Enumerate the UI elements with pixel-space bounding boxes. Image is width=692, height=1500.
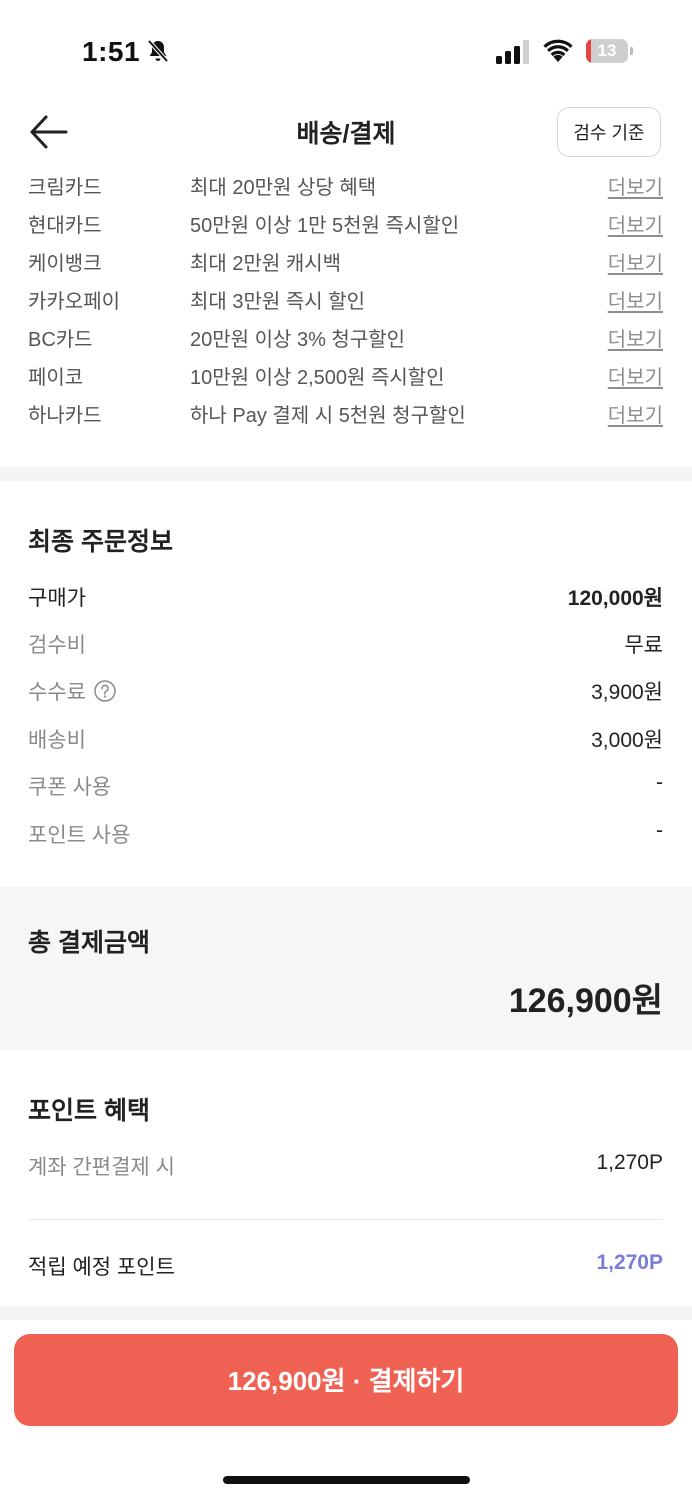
promo-description: 20만원 이상 3% 청구할인	[190, 329, 406, 351]
point-benefit-title: 포인트 혜택	[28, 1097, 150, 1125]
bottom-bar: 126,900원 · 결제하기	[0, 1320, 692, 1500]
promo-row: 케이뱅크 최대 2만원 캐시백 더보기	[0, 241, 692, 279]
promo-card-name: 페이코	[28, 367, 84, 389]
inspection-fee-row: 검수비 무료	[0, 621, 692, 661]
promo-row: 하나카드 하나 Pay 결제 시 5천원 청구할인 더보기	[0, 393, 692, 431]
help-circle-icon[interactable]	[94, 680, 116, 703]
promo-card-name: 카카오페이	[28, 291, 120, 313]
section-divider	[0, 1306, 692, 1320]
shipping-fee-label: 배송비	[28, 729, 86, 752]
promo-more-link[interactable]: 더보기	[608, 399, 663, 428]
pay-button[interactable]: 126,900원 · 결제하기	[14, 1334, 678, 1426]
order-info-title: 최종 주문정보	[28, 528, 173, 556]
total-payment-label: 총 결제금액	[28, 929, 150, 957]
purchase-price-row: 구매가 120,000원	[0, 574, 692, 614]
promo-more-link[interactable]: 더보기	[608, 323, 663, 352]
promo-more-link[interactable]: 더보기	[608, 209, 663, 238]
inspection-fee-label: 검수비	[28, 634, 86, 657]
expected-points-row: 적립 예정 포인트 1,270P	[0, 1243, 692, 1283]
promo-description: 최대 3만원 즉시 할인	[190, 291, 365, 313]
battery-level: 13	[597, 41, 617, 60]
promo-card-name: 크림카드	[28, 177, 102, 199]
promo-description: 50만원 이상 1만 5천원 즉시할인	[190, 215, 460, 237]
coupon-value: -	[656, 771, 663, 794]
promo-row: 페이코 10만원 이상 2,500원 즉시할인 더보기	[0, 355, 692, 393]
status-time: 1:51	[82, 36, 141, 67]
signal-icon	[496, 40, 529, 64]
points-used-label: 포인트 사용	[28, 824, 131, 847]
promo-more-link[interactable]: 더보기	[608, 285, 663, 314]
shipping-fee-row: 배송비 3,000원	[0, 716, 692, 756]
promo-more-link[interactable]: 더보기	[608, 361, 663, 390]
promo-row: 카카오페이 최대 3만원 즉시 할인 더보기	[0, 279, 692, 317]
promo-row: BC카드 20만원 이상 3% 청구할인 더보기	[0, 317, 692, 355]
account-pay-points-value: 1,270P	[596, 1151, 663, 1174]
promo-card-name: 현대카드	[28, 215, 102, 237]
account-pay-points-row: 계좌 간편결제 시 1,270P	[0, 1143, 692, 1183]
commission-label-wrap: 수수료	[28, 676, 116, 706]
inspection-criteria-button[interactable]: 검수 기준	[557, 107, 661, 157]
promo-description: 최대 20만원 상당 혜택	[190, 177, 377, 199]
commission-row: 수수료 3,900원	[0, 668, 692, 708]
commission-value: 3,900원	[591, 681, 663, 704]
promo-row: 현대카드 50만원 이상 1만 5천원 즉시할인 더보기	[0, 203, 692, 241]
inspection-fee-value: 무료	[624, 634, 663, 657]
expected-points-value: 1,270P	[596, 1251, 663, 1274]
purchase-price-label: 구매가	[28, 587, 86, 610]
promo-description: 하나 Pay 결제 시 5천원 청구할인	[190, 405, 466, 427]
promo-card-name: 하나카드	[28, 405, 102, 427]
expected-points-label: 적립 예정 포인트	[28, 1256, 175, 1279]
commission-label: 수수료	[28, 681, 86, 704]
promo-card-name: BC카드	[28, 329, 93, 351]
status-bar: 1:51 13	[0, 0, 692, 100]
promo-card-name: 케이뱅크	[28, 253, 102, 275]
points-used-value: -	[656, 819, 663, 842]
section-divider	[0, 467, 692, 481]
bell-slash-icon	[147, 39, 169, 63]
points-divider	[28, 1219, 663, 1220]
total-payment-value: 126,900원	[508, 982, 663, 1020]
coupon-label: 쿠폰 사용	[28, 776, 112, 799]
coupon-row: 쿠폰 사용 -	[0, 763, 692, 803]
promo-row: 크림카드 최대 20만원 상당 혜택 더보기	[0, 165, 692, 203]
promo-more-link[interactable]: 더보기	[608, 171, 663, 200]
promo-description: 10만원 이상 2,500원 즉시할인	[190, 367, 445, 389]
wifi-icon	[543, 39, 573, 62]
promo-description: 최대 2만원 캐시백	[190, 253, 342, 275]
promo-more-link[interactable]: 더보기	[608, 247, 663, 276]
battery-icon: 13	[586, 39, 634, 63]
shipping-fee-value: 3,000원	[591, 729, 663, 752]
purchase-price-value: 120,000원	[567, 587, 663, 610]
account-pay-points-label: 계좌 간편결제 시	[28, 1156, 175, 1179]
home-indicator	[223, 1476, 470, 1484]
header: 배송/결제 검수 기준	[0, 100, 692, 164]
total-payment-box: 총 결제금액 126,900원	[0, 887, 692, 1050]
points-used-row: 포인트 사용 -	[0, 811, 692, 851]
